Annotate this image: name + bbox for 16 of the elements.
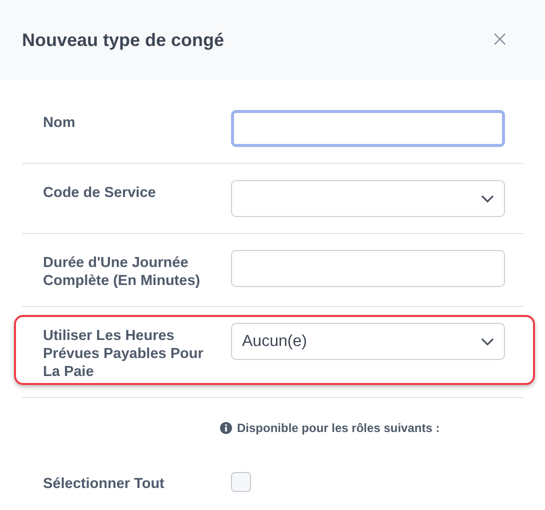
dialog-title: Nouveau type de congé <box>22 30 224 50</box>
field-label: Code de Service <box>43 184 157 203</box>
dropdown-field[interactable] <box>231 180 505 217</box>
info-icon <box>220 422 232 434</box>
field-label: Nom <box>43 114 76 133</box>
input-field[interactable] <box>231 110 505 147</box>
dropdown-field[interactable]: Aucun(e) <box>231 323 505 360</box>
field-label: Durée d'Une Journée Complète (En Minutes) <box>43 254 202 290</box>
chevron-down-icon <box>481 194 494 202</box>
field-label: Utiliser Les Heures Prévues Payables Pour La Paie <box>43 327 204 381</box>
input-field[interactable] <box>231 250 505 287</box>
close-button[interactable]: × <box>490 29 509 51</box>
roles-note: Disponible pour les rôles suivants : <box>237 421 440 435</box>
chevron-down-icon <box>481 338 494 346</box>
select-all-label: Sélectionner Tout <box>43 475 166 493</box>
select-all-checkbox[interactable] <box>231 472 251 492</box>
